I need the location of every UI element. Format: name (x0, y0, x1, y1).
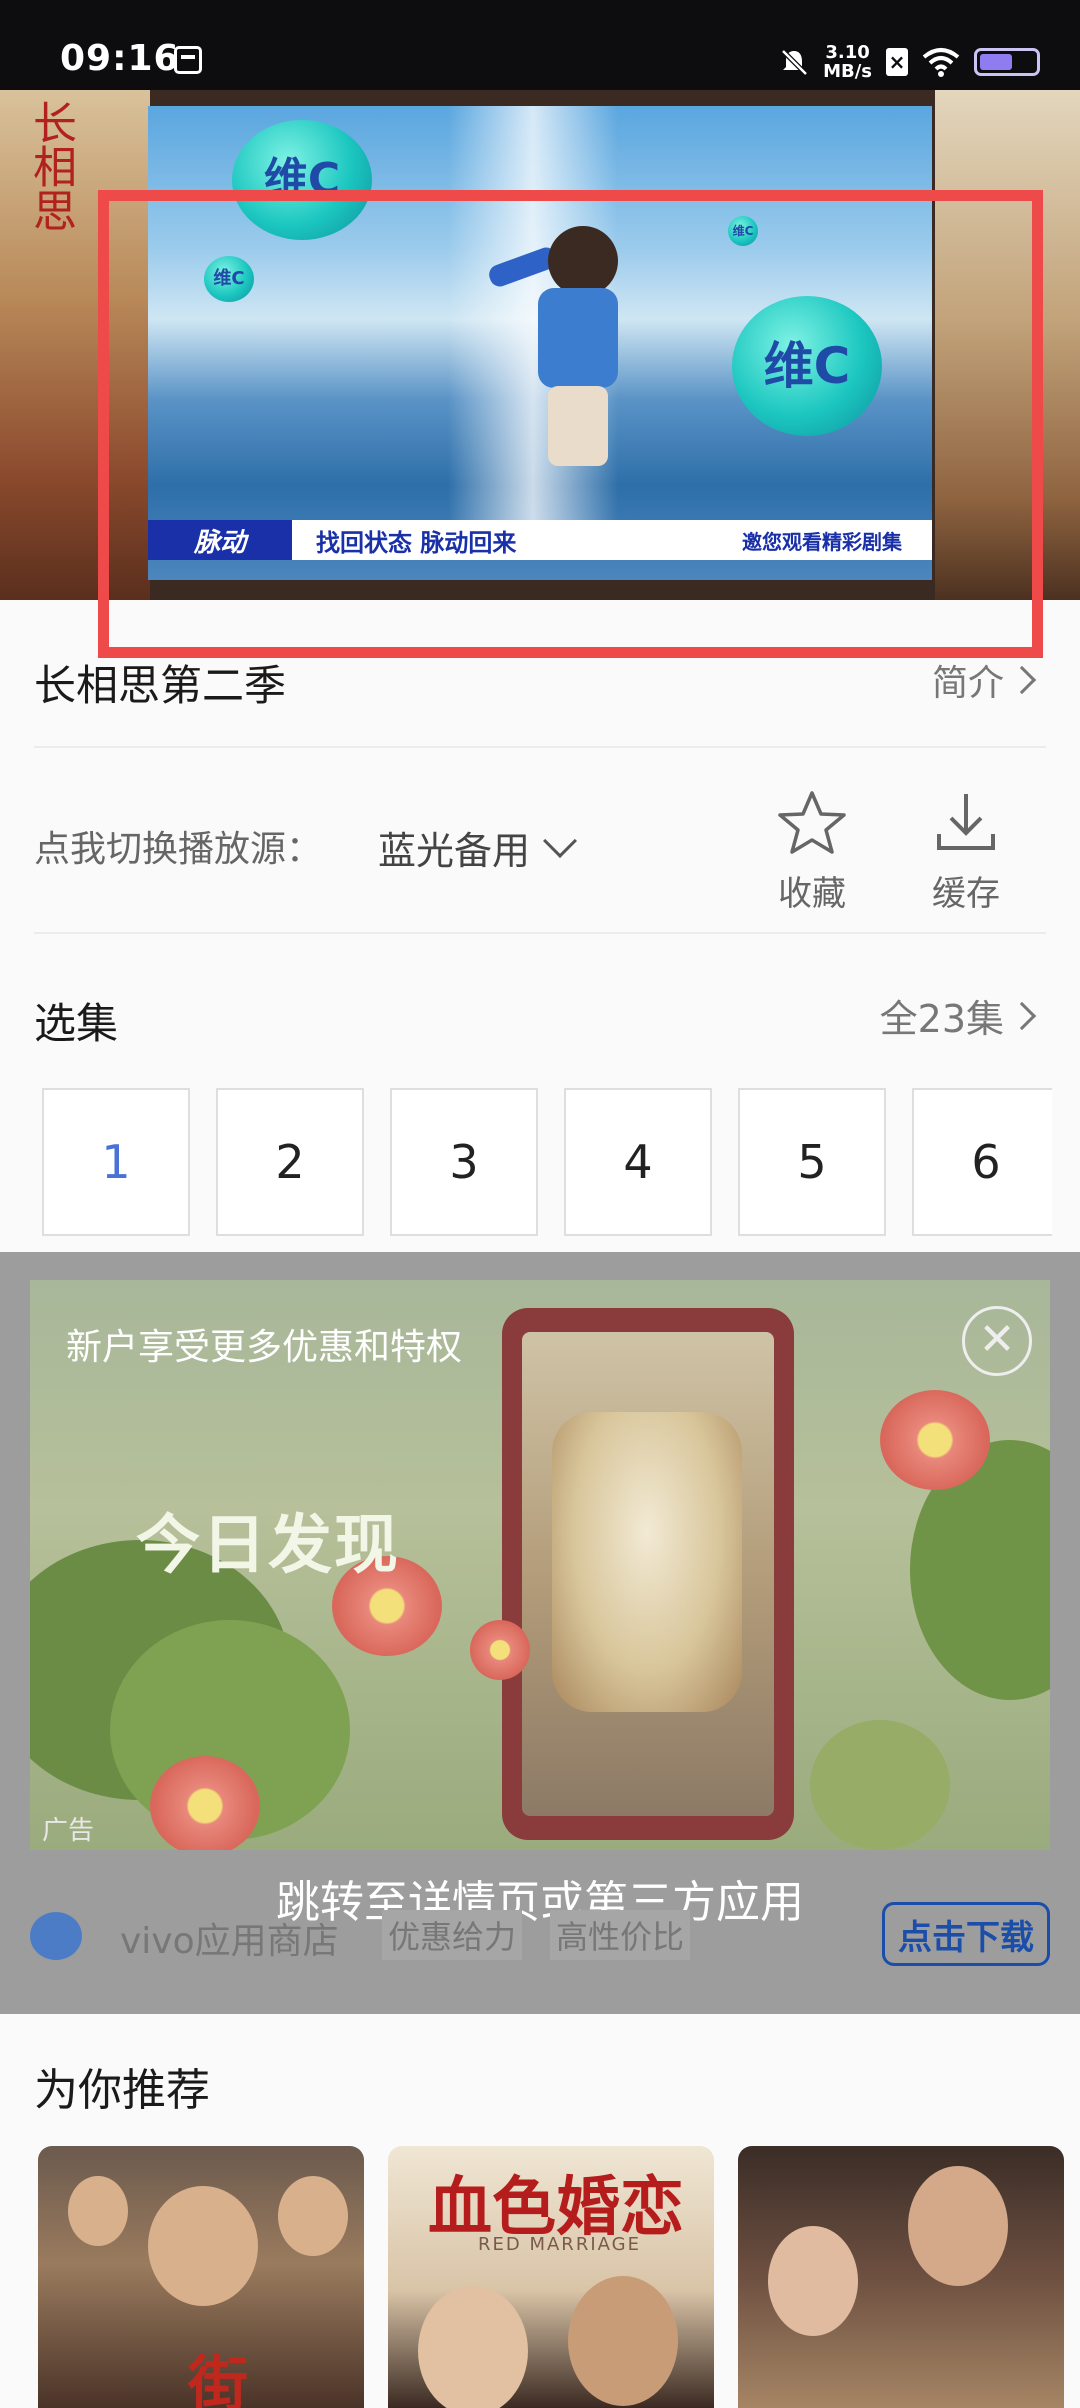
source-label: 点我切换播放源： (34, 829, 323, 870)
recommend-card[interactable] (738, 2146, 1064, 2408)
ad-store-name: vivo应用商店 (120, 1921, 339, 1962)
app-screen: 09:16 3.10 MB/s × 长相思 维C 维C 维C 维C 脉动 找回状… (0, 0, 1080, 2408)
favorite-button[interactable]: 收藏 (762, 790, 862, 915)
network-speed: 3.10 MB/s (823, 43, 872, 81)
flower-image (150, 1756, 260, 1850)
mute-bell-icon (781, 49, 808, 76)
status-icons: 3.10 MB/s × (779, 40, 1040, 84)
network-speed-value: 3.10 (825, 42, 870, 63)
ad-headline: 今日发现 (136, 1509, 400, 1583)
all-episodes-button[interactable]: 全23集 (879, 988, 1037, 1043)
status-time: 09:16 (60, 38, 180, 79)
highlight-box (98, 190, 1043, 658)
episode-item[interactable]: 3 (390, 1088, 538, 1236)
close-icon[interactable]: ✕ (962, 1306, 1032, 1376)
ad-feature-tag: 优惠给力 (382, 1910, 523, 1960)
ad-tag: 广告 (42, 1816, 95, 1846)
wifi-icon (922, 48, 960, 77)
show-title: 长相思第二季 (34, 661, 287, 710)
episode-list: 1 2 3 4 5 6 (42, 1088, 1052, 1236)
ad-feature-tag: 高性价比 (550, 1910, 691, 1960)
favorite-label: 收藏 (778, 874, 846, 914)
battery-level (980, 54, 1013, 70)
all-episodes-label: 全23集 (879, 997, 1004, 1041)
episodes-title: 选集 (34, 999, 119, 1048)
intro-button[interactable]: 简介 (931, 654, 1037, 706)
chevron-right-icon (1007, 665, 1037, 695)
network-speed-unit: MB/s (823, 61, 872, 82)
poster-title: 街 (188, 2350, 248, 2408)
recommend-card[interactable]: 血色婚恋 RED MARRIAGE (388, 2146, 714, 2408)
tree-image (810, 1720, 950, 1850)
episode-item[interactable]: 5 (738, 1088, 886, 1236)
recommend-card[interactable]: 街 (38, 2146, 364, 2408)
source-value: 蓝光备用 (378, 829, 531, 873)
recommend-title: 为你推荐 (34, 2065, 210, 2116)
star-icon (778, 791, 846, 854)
chevron-right-icon (1007, 1001, 1037, 1030)
recommend-list: 街 血色婚恋 RED MARRIAGE (38, 2146, 1080, 2408)
calendar-icon (174, 46, 202, 74)
ad-phone-image (502, 1308, 794, 1840)
download-icon (937, 794, 995, 850)
status-bar: 09:16 3.10 MB/s × (0, 0, 1080, 90)
ad-food-image (552, 1412, 742, 1712)
episode-item[interactable]: 4 (564, 1088, 712, 1236)
poster-title: 长相思 (25, 100, 76, 232)
poster-subtitle: RED MARRIAGE (478, 2234, 641, 2255)
episode-item[interactable]: 2 (216, 1088, 364, 1236)
divider (34, 746, 1046, 748)
battery-icon (974, 48, 1040, 76)
divider (34, 932, 1046, 934)
no-sim-icon: × (886, 48, 908, 76)
chevron-down-icon (543, 823, 577, 858)
source-selector[interactable]: 蓝光备用 (378, 820, 577, 875)
flower-image (470, 1620, 530, 1680)
download-button[interactable]: 缓存 (916, 790, 1016, 915)
episode-item[interactable]: 1 (42, 1088, 190, 1236)
ad-subtitle: 新户享受更多优惠和特权 (66, 1327, 463, 1368)
flower-image (880, 1390, 990, 1490)
episode-item[interactable]: 6 (912, 1088, 1052, 1236)
download-label: 缓存 (932, 874, 1000, 914)
ad-download-button[interactable]: 点击下载 (882, 1902, 1050, 1966)
store-logo-icon (30, 1912, 82, 1960)
intro-label: 简介 (931, 663, 1004, 704)
